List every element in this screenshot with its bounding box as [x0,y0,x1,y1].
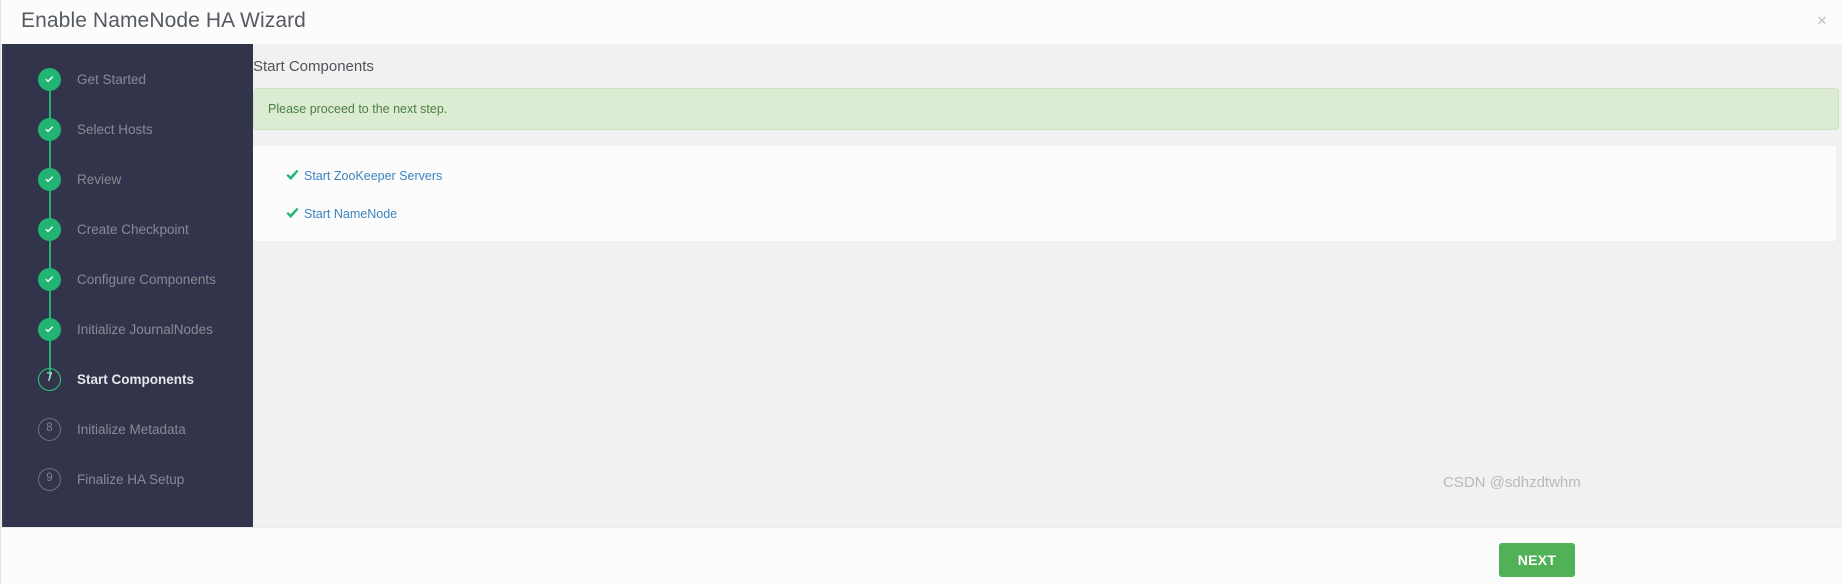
step-list: Get Started Select Hosts Review Create Chec… [4,44,253,504]
step-number-badge: 9 [38,467,61,491]
next-button[interactable]: NEXT [1499,543,1575,577]
sidebar-step-initialize-journalnodes[interactable]: Initialize JournalNodes [4,304,253,379]
status-alert-text: Please proceed to the next step. [268,102,448,116]
step-label: Select Hosts [77,121,153,137]
wizard-footer: NEXT [1,527,1842,585]
wizard-header: Enable NameNode HA Wizard × [1,0,1842,44]
step-label: Initialize Metadata [77,421,186,437]
wizard-main-content: Start Components Please proceed to the n… [253,44,1842,527]
step-label: Get Started [77,71,147,87]
step-label: Start Components [77,371,195,387]
step-complete-check-icon [38,267,61,291]
sidebar-step-initialize-metadata[interactable]: 8 Initialize Metadata [4,404,253,454]
page-title: Enable NameNode HA Wizard [21,9,306,32]
status-alert: Please proceed to the next step. [253,88,1839,130]
step-complete-check-icon [38,167,61,191]
sidebar-step-review[interactable]: Review [4,154,253,229]
step-complete-check-icon [38,217,61,241]
step-label: Review [77,171,122,187]
task-link[interactable]: Start NameNode [304,207,397,221]
step-complete-check-icon [38,67,61,91]
step-label: Initialize JournalNodes [77,321,213,337]
check-icon [285,168,300,183]
wizard-body: Get Started Select Hosts Review Create Chec… [1,44,1842,527]
sidebar-step-configure-components[interactable]: Configure Components [4,254,253,329]
step-number: 8 [46,422,53,435]
step-number: 7 [46,372,53,385]
sidebar-step-get-started[interactable]: Get Started [4,54,253,129]
sidebar-step-finalize-ha-setup[interactable]: 9 Finalize HA Setup [4,454,253,504]
wizard-sidebar: Get Started Select Hosts Review Create Chec… [2,44,253,527]
sidebar-step-select-hosts[interactable]: Select Hosts [4,104,253,179]
step-complete-check-icon [38,117,61,141]
sidebar-step-start-components[interactable]: 7 Start Components [4,354,253,404]
task-row[interactable]: Start ZooKeeper Servers [285,168,442,183]
step-number: 9 [46,472,53,485]
step-complete-check-icon [38,317,61,341]
task-card: Start ZooKeeper Servers Start NameNode [253,146,1836,241]
close-icon[interactable]: × [1809,8,1835,34]
step-number-badge: 8 [38,417,61,441]
step-label: Configure Components [77,271,216,287]
step-label: Finalize HA Setup [77,471,185,487]
task-row[interactable]: Start NameNode [285,206,397,221]
step-number-badge: 7 [38,367,61,391]
content-heading: Start Components [253,58,374,75]
step-label: Create Checkpoint [77,221,189,237]
task-link[interactable]: Start ZooKeeper Servers [304,169,442,183]
wizard-dialog: Enable NameNode HA Wizard × Get Started S… [0,0,1842,585]
check-icon [285,206,300,221]
sidebar-step-create-checkpoint[interactable]: Create Checkpoint [4,204,253,279]
